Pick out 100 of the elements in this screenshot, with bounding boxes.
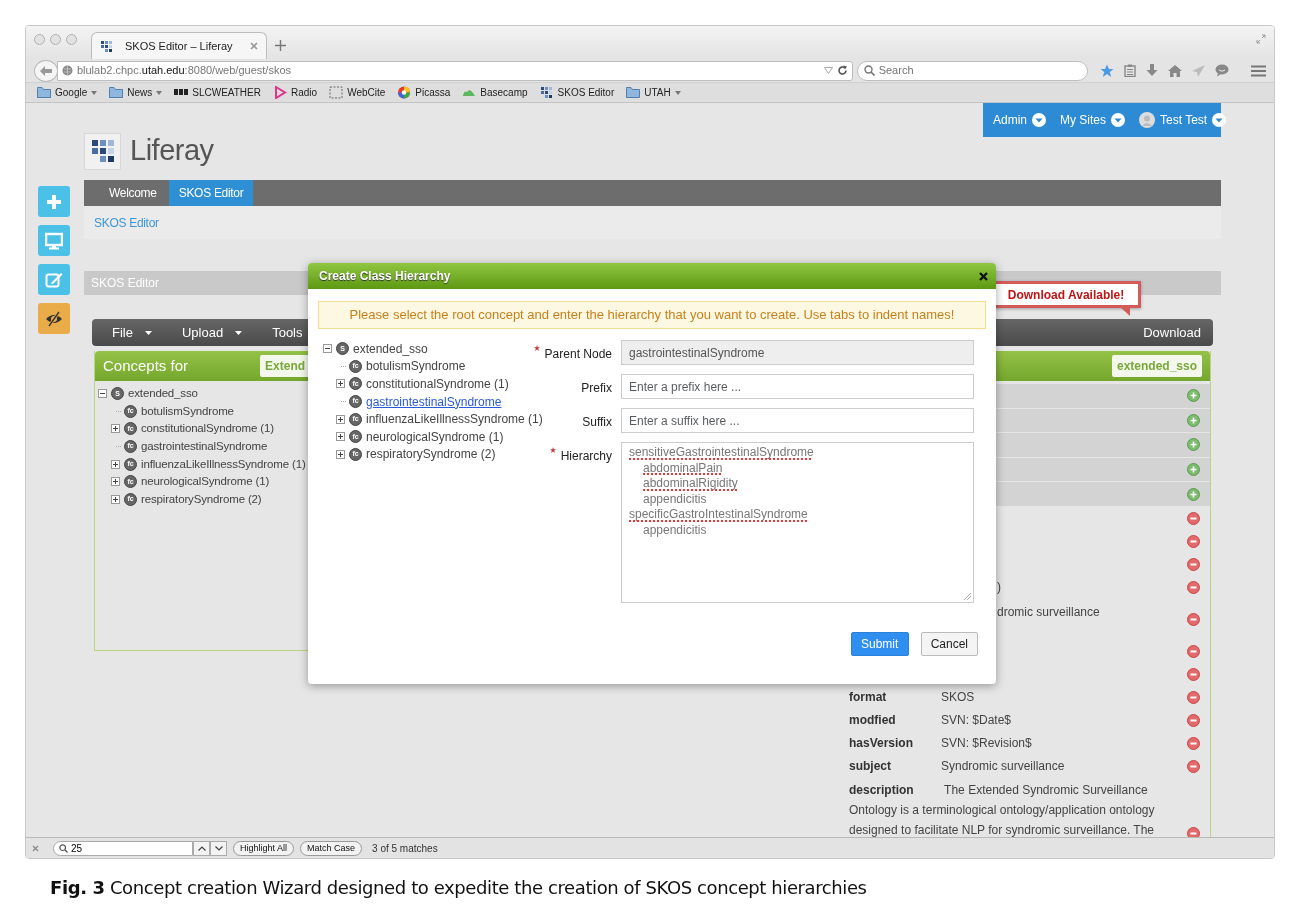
tree-item[interactable]: botulismSyndrome: [366, 357, 466, 376]
remove-icon[interactable]: [1187, 736, 1200, 750]
remove-icon[interactable]: [1187, 713, 1200, 727]
toolbar-menu[interactable]: Upload: [181, 322, 243, 343]
bookmark[interactable]: News: [109, 85, 163, 100]
search-field[interactable]: Search: [856, 60, 1088, 81]
tree-item[interactable]: botulismSyndrome: [141, 402, 234, 420]
input-field[interactable]: Enter a suffix here ...: [621, 408, 974, 433]
input-field[interactable]: Enter a prefix here ...: [621, 374, 974, 399]
tree-item[interactable]: neurologicalSyndrome (1): [141, 473, 270, 491]
remove-icon[interactable]: [1187, 667, 1200, 681]
add-icon[interactable]: [1187, 487, 1200, 501]
remove-icon[interactable]: [1187, 511, 1200, 525]
remove-icon[interactable]: [1187, 759, 1200, 773]
tree-item[interactable]: extended_sso: [128, 385, 198, 403]
tree-item[interactable]: respiratorySyndrome (2): [141, 490, 262, 508]
property-name: format: [849, 689, 888, 707]
avatar-icon: [1139, 112, 1156, 128]
next-button[interactable]: [210, 840, 227, 856]
toolbar-menu[interactable]: File: [112, 322, 152, 343]
remove-icon[interactable]: [1187, 612, 1200, 626]
close-icon[interactable]: [979, 271, 988, 281]
expand-icon[interactable]: [111, 424, 120, 434]
tree-item[interactable]: constitutionalSyndrome (1): [141, 420, 274, 438]
remove-icon[interactable]: [1187, 534, 1200, 548]
find-input[interactable]: 25: [71, 840, 181, 856]
add-icon[interactable]: [1187, 438, 1200, 452]
download-button[interactable]: Download: [1143, 322, 1201, 343]
remove-icon[interactable]: [1187, 644, 1200, 658]
field-label: Hierarchy: [560, 448, 612, 465]
bookmark[interactable]: SKOS Editor: [539, 85, 615, 100]
property-value: Syndromic surveillance: [941, 758, 1066, 776]
tree-item[interactable]: gastrointestinalSyndrome: [366, 392, 502, 411]
menu-icon[interactable]: [1251, 64, 1266, 77]
bookmark[interactable]: WebCite: [329, 85, 386, 100]
site-icon: [329, 86, 344, 99]
bookmark[interactable]: Radio: [273, 85, 318, 100]
tree-item[interactable]: constitutionalSyndrome (1): [366, 375, 509, 393]
home-icon[interactable]: [1168, 64, 1182, 77]
property-name: subject: [849, 758, 892, 776]
bookmark[interactable]: Picassa: [397, 85, 451, 100]
expand-icon[interactable]: [336, 432, 345, 442]
bookmark[interactable]: Basecamp: [462, 85, 528, 100]
hierarchy-field[interactable]: sensitiveGastrointestinalSyndrome abdominalPain abdominalRigidity appendicitis specificGastroIntestinalSyndrome appendicitis: [621, 442, 974, 603]
tree-item[interactable]: extended_sso: [353, 339, 428, 358]
previous-button[interactable]: [193, 840, 210, 856]
reload-icon[interactable]: [836, 65, 848, 76]
expand-icon[interactable]: [111, 477, 120, 487]
remove-icon[interactable]: [1187, 826, 1200, 837]
find-option-button[interactable]: Match Case: [300, 840, 363, 856]
tree-item[interactable]: influenzaLikeIllnessSyndrome (1): [141, 455, 306, 473]
find-option-button[interactable]: Highlight All: [233, 840, 295, 856]
search-input[interactable]: Search: [878, 62, 1079, 79]
expand-icon[interactable]: [111, 494, 120, 504]
bookmark[interactable]: SLCWEATHER: [174, 85, 261, 100]
remove-icon[interactable]: [1187, 557, 1200, 571]
clipboard-icon[interactable]: [1124, 64, 1136, 77]
ontology-tag: Extend: [260, 355, 311, 377]
tree-item[interactable]: influenzaLikeIllnessSyndrome (1): [366, 410, 543, 429]
remove-icon[interactable]: [1187, 690, 1200, 704]
dock-button[interactable]: [38, 303, 70, 334]
cancel-button[interactable]: Cancel: [920, 632, 978, 656]
add-icon[interactable]: [1187, 463, 1200, 477]
dock-menu[interactable]: My Sites: [1060, 111, 1126, 129]
monitor-icon: [45, 231, 63, 250]
add-icon[interactable]: [1187, 413, 1200, 427]
bookmark[interactable]: UTAH: [626, 85, 681, 100]
expand-icon[interactable]: [336, 449, 345, 459]
fullscreen-icon[interactable]: [1256, 34, 1266, 44]
tab-title: SKOS Editor – Liferay: [125, 38, 234, 54]
tree-item[interactable]: gastrointestinalSyndrome: [141, 437, 268, 456]
browser-tab[interactable]: SKOS Editor – Liferay: [91, 32, 267, 59]
dock-menu[interactable]: Test Test: [1139, 111, 1227, 129]
property-value: SKOS: [941, 689, 976, 707]
tree-item[interactable]: neurologicalSyndrome (1): [366, 427, 504, 446]
star-icon[interactable]: [1100, 63, 1114, 78]
dock-menu[interactable]: Admin: [993, 111, 1046, 129]
back-button[interactable]: [34, 59, 58, 82]
download-icon[interactable]: [1146, 64, 1158, 77]
figure-caption: Fig. 3 Concept creation Wizard designed to expedite the creation of SKOS concept hierarchies: [50, 876, 868, 900]
chat-icon[interactable]: [1215, 64, 1229, 77]
nav-tab[interactable]: Welcome: [84, 180, 169, 206]
chevron-down-icon: [214, 845, 223, 851]
field-label: Suffix: [582, 414, 612, 431]
site-icon: [273, 86, 287, 99]
add-icon[interactable]: [1187, 389, 1200, 403]
dropdown-icon[interactable]: [823, 67, 833, 74]
bookmark[interactable]: Google: [37, 85, 98, 100]
tree-item[interactable]: respiratorySyndrome (2): [366, 445, 496, 464]
new-tab-icon[interactable]: [275, 40, 286, 51]
collapse-icon[interactable]: [98, 389, 107, 399]
remove-icon[interactable]: [1187, 580, 1200, 594]
nav-tab[interactable]: SKOS Editor: [168, 180, 254, 206]
expand-icon[interactable]: [336, 379, 345, 389]
expand-icon[interactable]: [336, 414, 345, 424]
hierarchy-line: appendicitis: [643, 491, 707, 507]
expand-icon[interactable]: [111, 459, 120, 469]
find-field[interactable]: 25: [53, 840, 193, 856]
resize-grip-icon: [963, 592, 971, 600]
collapse-icon[interactable]: [323, 344, 332, 354]
